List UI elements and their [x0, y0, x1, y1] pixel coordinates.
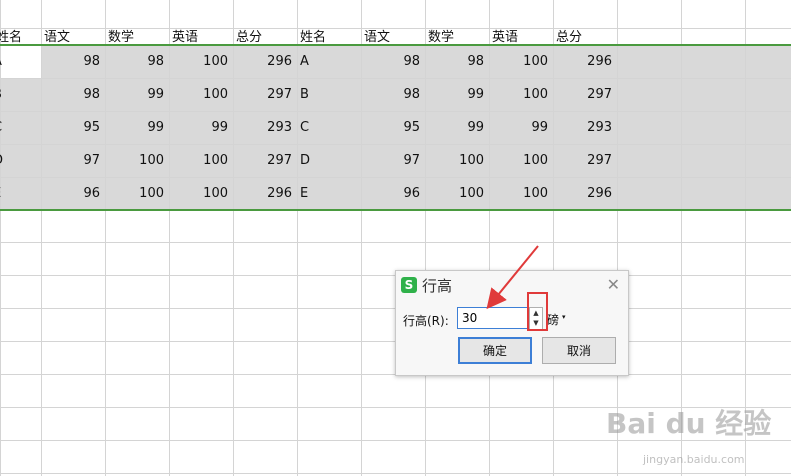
baidu-watermark: Bai du 经验 — [606, 407, 772, 440]
arrow-line — [486, 245, 539, 310]
watermark-url: jingyan.baidu.com — [643, 453, 745, 466]
